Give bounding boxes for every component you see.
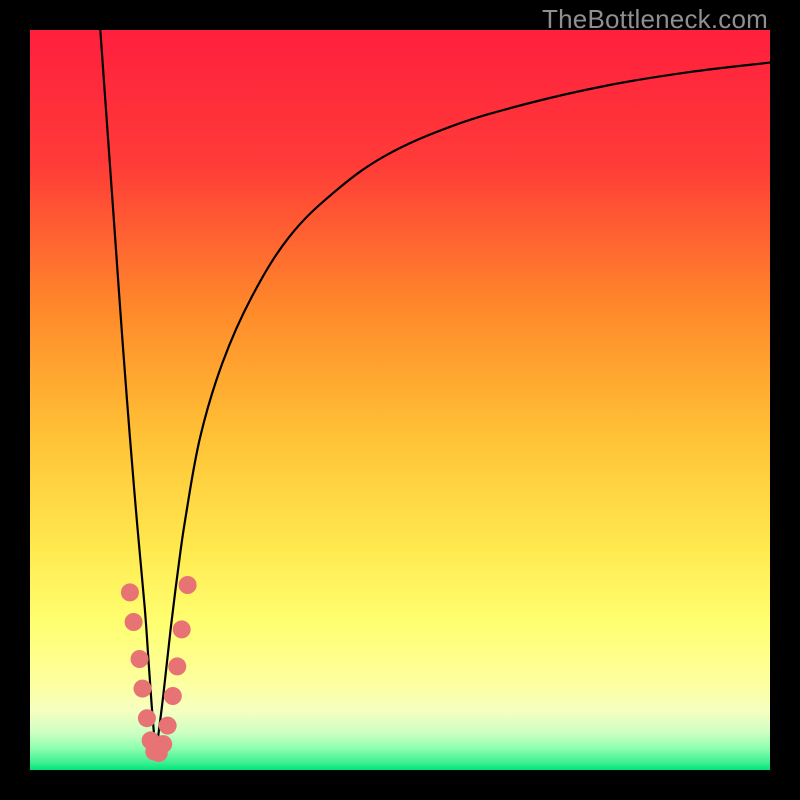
data-point <box>168 657 186 675</box>
data-point <box>121 583 139 601</box>
plot-area <box>30 30 770 770</box>
data-point <box>133 680 151 698</box>
data-point <box>164 687 182 705</box>
curves-layer <box>30 30 770 770</box>
curve-left-branch <box>100 30 156 755</box>
data-point <box>138 709 156 727</box>
chart-frame: TheBottleneck.com <box>0 0 800 800</box>
curve-right-branch <box>156 63 770 756</box>
data-point <box>173 620 191 638</box>
data-point <box>159 717 177 735</box>
watermark-text: TheBottleneck.com <box>542 4 768 35</box>
data-point <box>179 576 197 594</box>
data-point <box>131 650 149 668</box>
data-point <box>125 613 143 631</box>
data-point <box>154 735 172 753</box>
